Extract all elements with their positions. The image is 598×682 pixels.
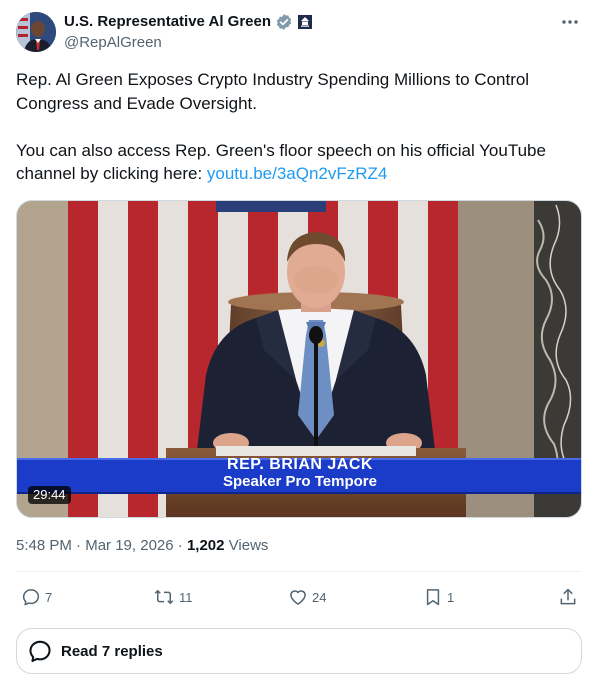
bookmark-count: 1 <box>447 589 455 605</box>
views-label: Views <box>224 537 269 554</box>
heart-icon <box>290 590 306 605</box>
bookmark-button[interactable]: 1 <box>423 583 454 611</box>
post-header: U.S. Representative Al Green @RepAlGreen <box>16 12 582 56</box>
author-avatar[interactable] <box>16 12 56 52</box>
verified-badge-icon[interactable] <box>275 13 293 31</box>
post-text-paragraph-1: Rep. Al Green Exposes Crypto Industry Sp… <box>16 70 534 113</box>
views-count: 1,202 <box>186 537 225 554</box>
video-duration-badge: 29:44 <box>28 486 71 504</box>
reply-count: 7 <box>45 589 53 605</box>
post-date[interactable]: Mar 19, 2026 <box>85 537 173 554</box>
repost-button[interactable]: 11 <box>153 583 193 611</box>
post-text: Rep. Al Green Exposes Crypto Industry Sp… <box>16 68 576 186</box>
read-replies-button[interactable]: Read 7 replies <box>16 628 582 674</box>
meta-separator: · <box>71 537 86 554</box>
share-button[interactable] <box>558 583 578 611</box>
chyron-title: Speaker Pro Tempore <box>223 473 377 490</box>
video-player[interactable]: REP. BRIAN JACK Speaker Pro Tempore 29:4… <box>16 200 582 518</box>
government-seal-icon[interactable] <box>297 14 313 30</box>
author-handle[interactable]: @RepAlGreen <box>64 34 162 52</box>
author-name-row: U.S. Representative Al Green <box>64 13 313 31</box>
meta-separator: · <box>173 537 187 554</box>
youtube-link[interactable]: youtu.be/3aQn2vFzRZ4 <box>207 164 387 183</box>
more-options-button[interactable] <box>558 12 582 32</box>
action-bar: 7 11 24 1 <box>16 583 582 611</box>
divider <box>16 571 582 572</box>
post-meta: 5:48 PM · Mar 19, 2026 · 1,202 Views <box>16 537 268 555</box>
like-button[interactable]: 24 <box>288 583 326 611</box>
reply-button[interactable]: 7 <box>21 583 52 611</box>
more-dots-icon <box>562 20 578 24</box>
repost-icon <box>154 589 174 605</box>
read-replies-label: Read 7 replies <box>61 642 163 660</box>
repost-count: 11 <box>179 589 193 605</box>
reply-bubble-icon <box>29 640 51 662</box>
author-display-name[interactable]: U.S. Representative Al Green <box>64 13 271 31</box>
post-time[interactable]: 5:48 PM <box>16 537 72 554</box>
chyron-name: REP. BRIAN JACK <box>227 456 373 473</box>
bookmark-icon <box>426 589 440 606</box>
share-icon <box>560 588 576 605</box>
reply-icon <box>22 589 40 606</box>
like-count: 24 <box>312 589 327 605</box>
